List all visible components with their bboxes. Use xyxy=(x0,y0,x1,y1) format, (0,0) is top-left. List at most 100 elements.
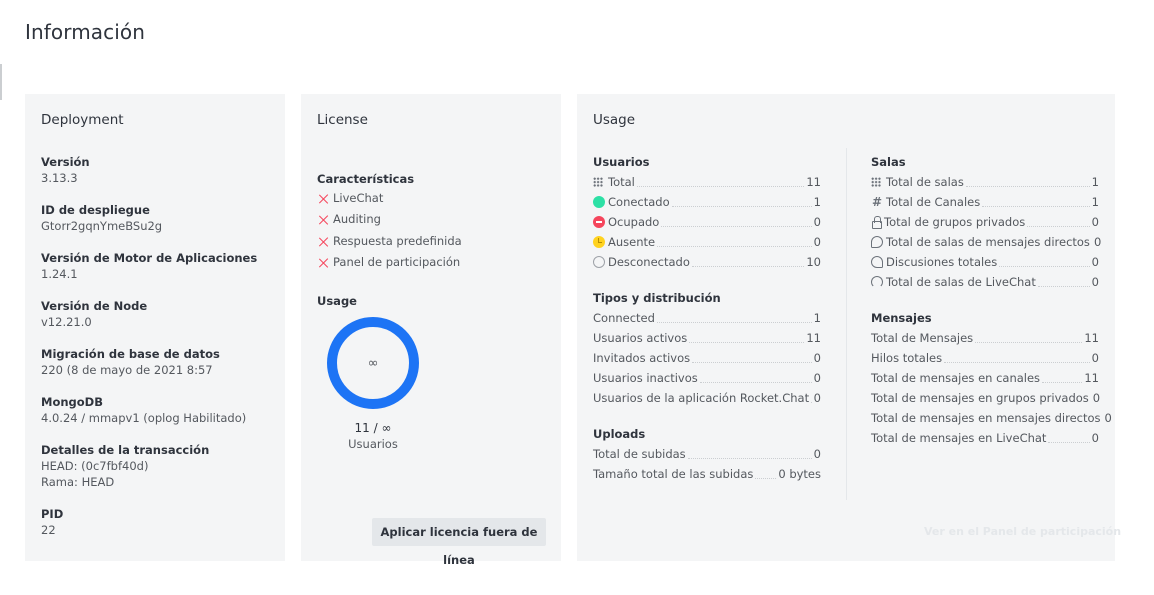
license-usage-title: Usage xyxy=(317,294,357,308)
row-label: Hilos totales xyxy=(871,351,943,365)
messages-row: Hilos totales 0 xyxy=(871,350,1099,366)
uploads-section-title: Uploads xyxy=(593,427,646,441)
license-card: License Características LiveChat Auditin… xyxy=(301,94,561,567)
row-label: Discusiones totales xyxy=(886,255,998,269)
row-value: 0 xyxy=(1091,351,1099,365)
headset-icon xyxy=(871,276,883,288)
feature-canned-responses: Respuesta predefinida xyxy=(317,234,462,248)
row-value: 0 xyxy=(1104,411,1112,425)
db-migration-label: Migración de base de datos xyxy=(41,347,220,361)
messages-section-title: Mensajes xyxy=(871,311,932,325)
row-label: Invitados activos xyxy=(593,351,691,365)
pid-field: PID 22 xyxy=(41,506,276,538)
users-online-row: Conectado 1 xyxy=(593,194,821,210)
commit-details-field: Detalles de la transacción HEAD: (0c7fbf… xyxy=(41,442,276,490)
row-value: 0 xyxy=(813,391,821,405)
row-label: Usuarios inactivos xyxy=(593,371,698,385)
features-title: Características xyxy=(317,172,415,186)
uploads-row: Total de subidas 0 xyxy=(593,446,821,462)
deployment-card: Deployment Versión 3.13.3 ID de desplieg… xyxy=(25,94,285,561)
row-value: 0 xyxy=(1091,215,1099,229)
row-value: 10 xyxy=(806,255,821,269)
messages-row: Total de mensajes en mensajes directos 0 xyxy=(871,410,1112,426)
row-label: Total de mensajes en canales xyxy=(871,371,1041,385)
cross-icon xyxy=(317,192,330,205)
rooms-discussions-row: Discusiones totales 0 xyxy=(871,254,1099,270)
left-edge-marker xyxy=(0,64,2,100)
hashtag-icon: # xyxy=(871,195,883,209)
row-label: Ausente xyxy=(608,235,656,249)
license-title: License xyxy=(317,112,368,128)
apply-offline-license-button[interactable]: Aplicar licencia fuera de línea xyxy=(372,518,546,567)
deployment-id-field: ID de despliegue Gtorr2gqnYmeBSu2g xyxy=(41,202,276,234)
row-label: Total de mensajes en LiveChat xyxy=(871,431,1047,445)
row-value: 1 xyxy=(813,311,821,325)
usage-title: Usage xyxy=(593,112,636,128)
rooms-total-row: Total de salas 1 xyxy=(871,174,1099,190)
row-value: 1 xyxy=(813,195,821,209)
messages-row: Total de mensajes en canales 11 xyxy=(871,370,1099,386)
apps-engine-field: Versión de Motor de Aplicaciones 1.24.1 xyxy=(41,250,276,282)
users-total-row: Total 11 xyxy=(593,174,821,190)
db-migration-value: 220 (8 de mayo de 2021 8:57 xyxy=(41,363,213,377)
discussion-icon xyxy=(871,256,883,268)
usage-card: Usage Usuarios Total 11 Conectado 1 Ocup… xyxy=(577,94,1121,561)
row-label: Total xyxy=(608,175,635,189)
busy-status-icon xyxy=(593,216,605,228)
row-label: Conectado xyxy=(608,195,670,209)
deployment-title: Deployment xyxy=(41,112,124,128)
row-value: 0 xyxy=(1091,431,1099,445)
donut-center-infinity: ∞ xyxy=(367,356,379,371)
online-status-icon xyxy=(593,196,605,208)
rooms-channels-row: # Total de Canales 1 xyxy=(871,194,1099,210)
row-label: Total de Mensajes xyxy=(871,331,974,345)
away-status-icon xyxy=(593,236,605,248)
row-label: Ocupado xyxy=(608,215,660,229)
row-value: 0 xyxy=(813,351,821,365)
types-row: Usuarios de la aplicación Rocket.Chat 0 xyxy=(593,390,821,406)
usage-column-divider xyxy=(846,148,847,500)
users-busy-row: Ocupado 0 xyxy=(593,214,821,230)
feature-engagement-dashboard: Panel de participación xyxy=(317,255,460,269)
row-value: 1 xyxy=(1091,175,1099,189)
feature-label: Panel de participación xyxy=(333,255,461,269)
rooms-direct-row: Total de salas de mensajes directos 0 xyxy=(871,234,1102,250)
types-row: Usuarios inactivos 0 xyxy=(593,370,821,386)
row-value: 1 xyxy=(1091,195,1099,209)
feature-label: Auditing xyxy=(333,212,381,226)
node-version-value: v12.21.0 xyxy=(41,315,92,329)
row-label: Total de Canales xyxy=(886,195,981,209)
deployment-id-value: Gtorr2gqnYmeBSu2g xyxy=(41,219,163,233)
row-value: 0 xyxy=(1092,391,1101,405)
row-label: Tamaño total de las subidas xyxy=(593,467,754,481)
version-value: 3.13.3 xyxy=(41,171,78,185)
row-value: 11 xyxy=(1084,331,1099,345)
types-section-title: Tipos y distribución xyxy=(593,291,721,305)
row-value: 11 xyxy=(806,331,821,345)
rooms-section-title: Salas xyxy=(871,155,906,169)
chat-bubble-icon xyxy=(871,236,883,248)
types-row: Connected 1 xyxy=(593,310,821,326)
feature-label: Respuesta predefinida xyxy=(333,234,462,248)
deployment-id-label: ID de despliegue xyxy=(41,203,150,217)
users-away-row: Ausente 0 xyxy=(593,234,821,250)
row-label: Desconectado xyxy=(608,255,690,269)
row-value: 0 xyxy=(813,447,821,461)
engagement-dashboard-link[interactable]: Ver en el Panel de participación xyxy=(924,525,1121,538)
row-label: Total de salas de LiveChat xyxy=(886,275,1036,289)
row-value: 0 xyxy=(813,235,821,249)
version-label: Versión xyxy=(41,155,90,169)
row-label: Total de mensajes en mensajes directos xyxy=(871,411,1101,425)
row-value: 0 bytes xyxy=(778,467,821,481)
grid-icon xyxy=(871,177,881,187)
row-label: Total de salas xyxy=(886,175,964,189)
cross-icon xyxy=(317,235,330,248)
types-row: Invitados activos 0 xyxy=(593,350,821,366)
version-field: Versión 3.13.3 xyxy=(41,154,276,186)
commit-branch-value: Rama: HEAD xyxy=(41,475,115,489)
mongodb-field: MongoDB 4.0.24 / mmapv1 (oplog Habilitad… xyxy=(41,394,276,426)
row-value: 0 xyxy=(1093,235,1102,249)
rooms-private-row: Total de grupos privados 0 xyxy=(871,214,1099,230)
feature-livechat: LiveChat xyxy=(317,191,383,205)
row-label: Total de salas de mensajes directos xyxy=(886,235,1090,249)
